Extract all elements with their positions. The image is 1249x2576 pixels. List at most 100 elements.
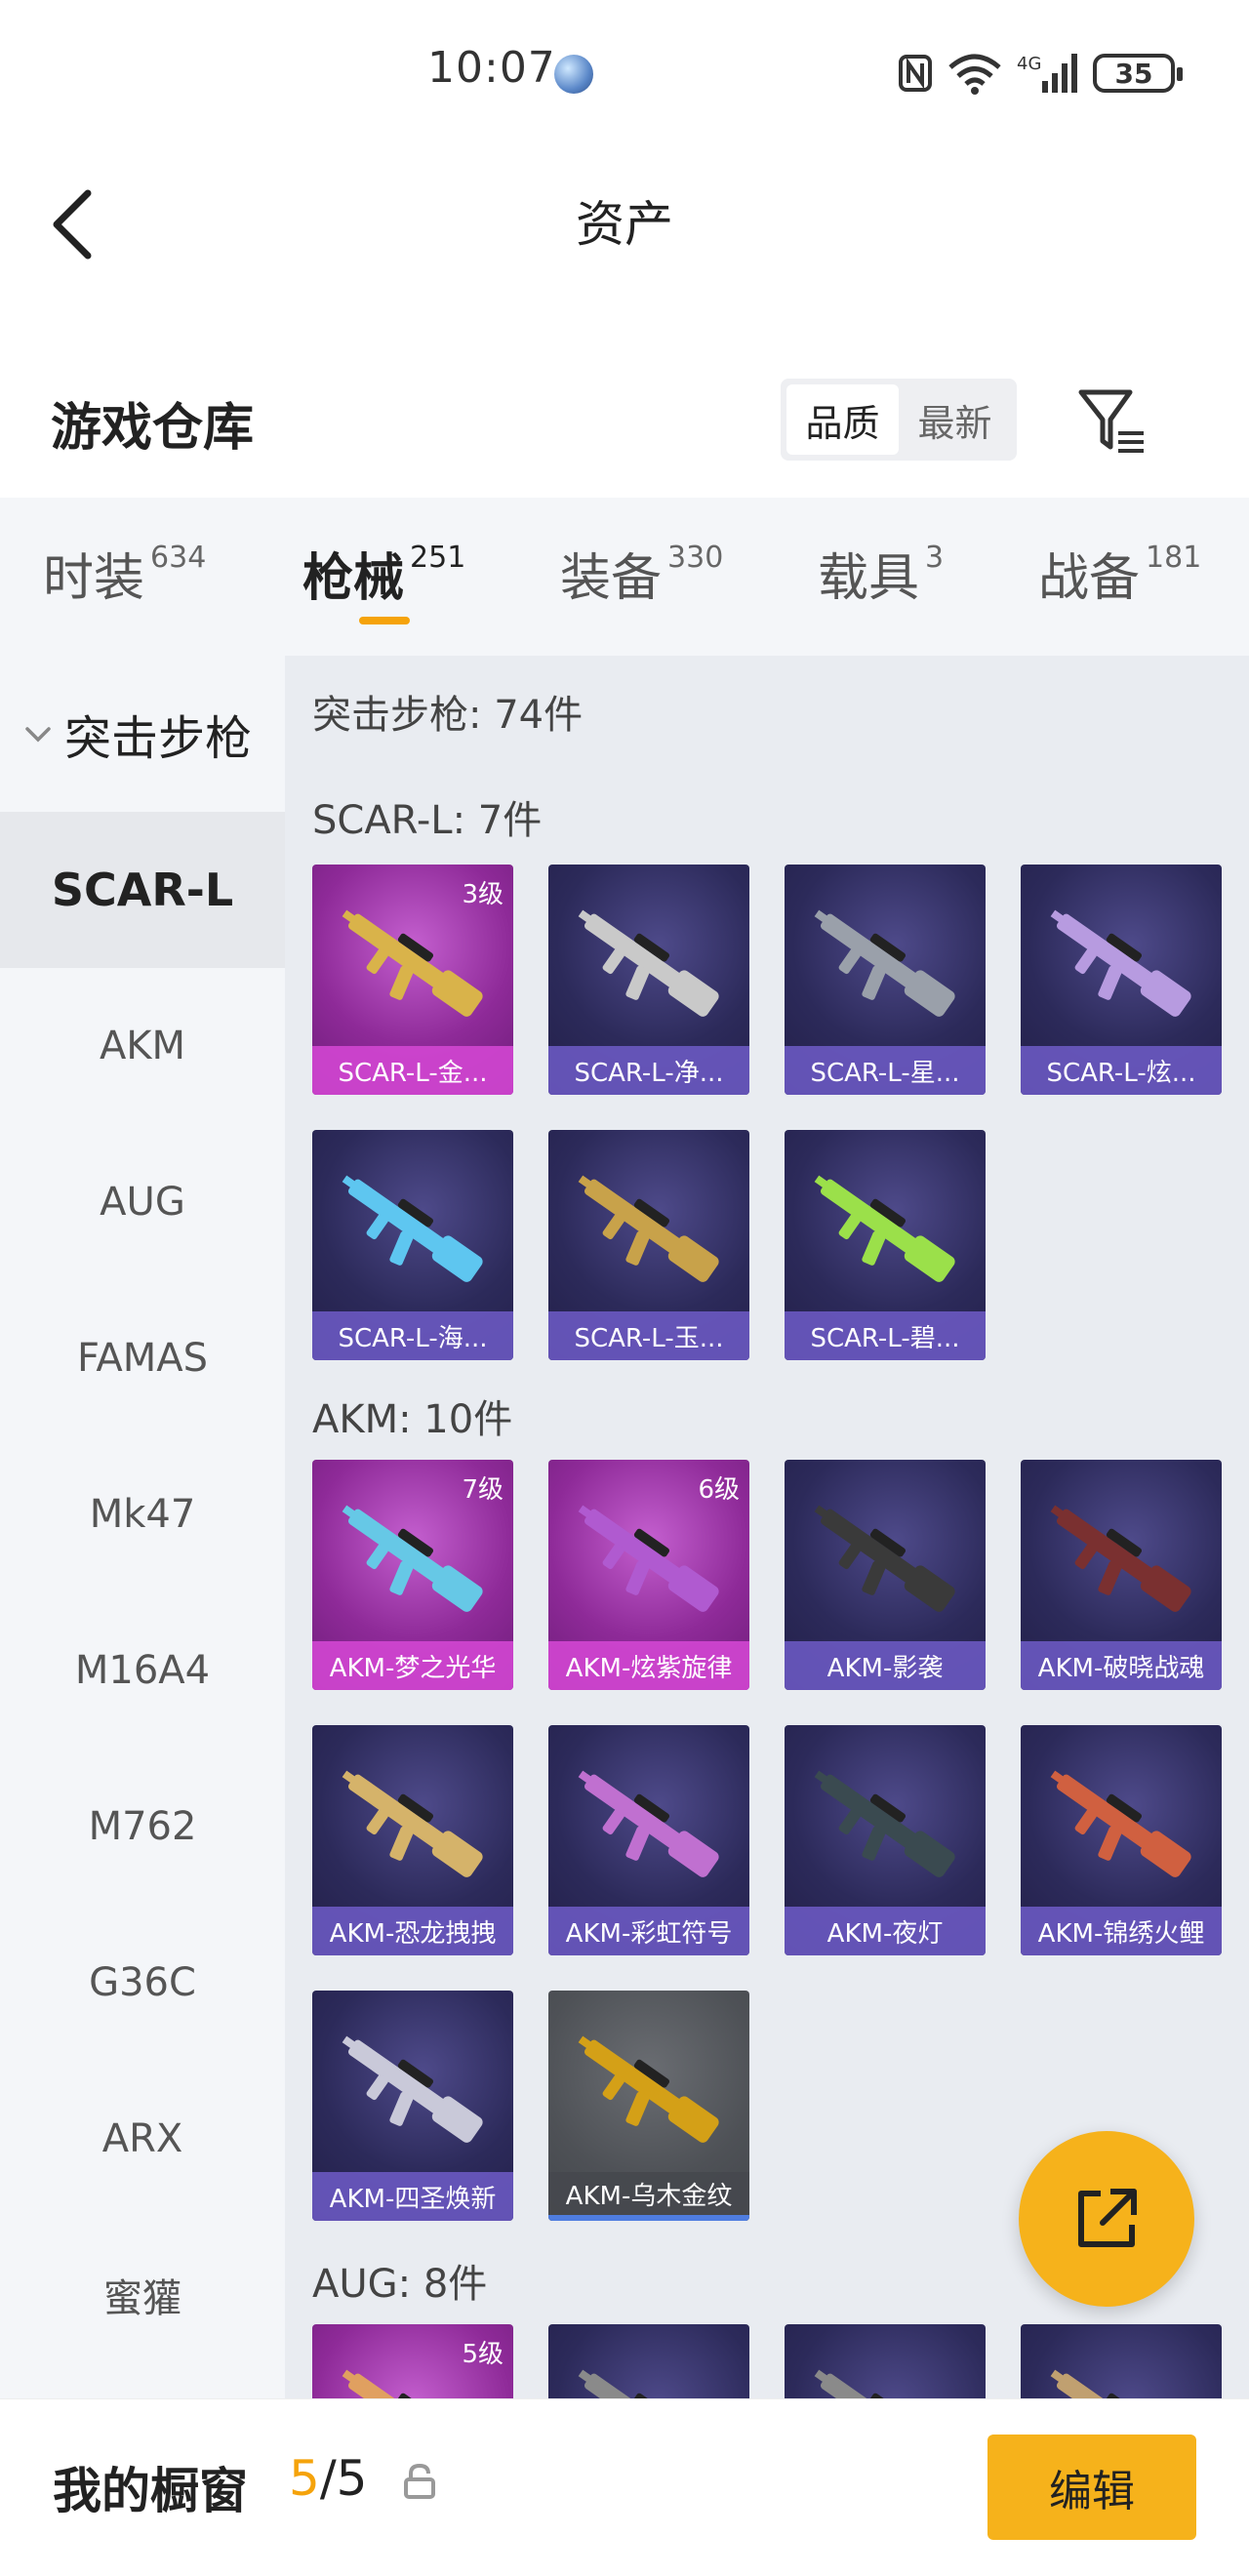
sort-quality-button[interactable]: 品质 bbox=[786, 384, 899, 455]
rifle-icon bbox=[578, 2035, 719, 2143]
sidebar-group-assault-rifles[interactable]: 突击步枪 bbox=[0, 656, 285, 812]
rifle-icon bbox=[342, 1505, 483, 1612]
weapon-card[interactable]: SCAR-L-海... bbox=[312, 1130, 513, 1360]
sidebar-item-mk47[interactable]: Mk47 bbox=[0, 1436, 285, 1592]
rifle-icon bbox=[578, 1505, 719, 1612]
sort-newest-button[interactable]: 最新 bbox=[899, 384, 1011, 455]
share-button[interactable] bbox=[1019, 2131, 1194, 2307]
showcase-total: /5 bbox=[319, 2450, 368, 2507]
weapon-level-badge: 5级 bbox=[462, 2340, 504, 2369]
tab-count: 251 bbox=[410, 541, 466, 575]
weapon-card[interactable]: AKM-乌木金纹 bbox=[548, 1991, 749, 2221]
category-tabs: 时装 634 枪械 251 装备 330 载具 3 战备 181 bbox=[0, 498, 1249, 656]
sidebar-item-scar-l[interactable]: SCAR-L bbox=[0, 812, 285, 968]
weapon-card[interactable]: AKM-恐龙拽拽 bbox=[312, 1725, 513, 1955]
tab-label: 装备 bbox=[560, 549, 663, 608]
share-icon bbox=[1078, 2189, 1137, 2247]
sidebar-item-g36c[interactable]: G36C bbox=[0, 1905, 285, 2061]
weapon-card[interactable]: AKM-锦绣火鲤 bbox=[1021, 1725, 1222, 1955]
rifle-icon bbox=[342, 1770, 483, 1877]
wifi-icon bbox=[948, 54, 1001, 95]
category-title: 突击步枪: 74件 bbox=[312, 693, 584, 738]
weapon-name: AKM-影袭 bbox=[785, 1641, 986, 1690]
sidebar-item-akm[interactable]: AKM bbox=[0, 968, 285, 1124]
filter-icon[interactable] bbox=[1073, 382, 1151, 461]
weapon-name: AKM-梦之光华 bbox=[312, 1641, 513, 1690]
weapon-level-badge: 3级 bbox=[462, 880, 504, 909]
tab-firearms[interactable]: 枪械 251 bbox=[302, 537, 465, 610]
warehouse-title: 游戏仓库 bbox=[51, 399, 255, 458]
weapon-card[interactable]: AKM-彩虹符号 bbox=[548, 1725, 749, 1955]
rifle-icon bbox=[578, 2369, 712, 2400]
weapon-name: SCAR-L-海... bbox=[312, 1311, 513, 1360]
section-title-aug: AUG: 8件 bbox=[312, 2262, 488, 2307]
sidebar-item-honey-badger[interactable]: 蜜獾 bbox=[0, 2217, 285, 2373]
tab-label: 时装 bbox=[43, 549, 145, 608]
rifle-icon bbox=[814, 1175, 955, 1282]
weapon-card[interactable]: AKM-夜灯 bbox=[785, 1725, 986, 1955]
weapon-card[interactable] bbox=[1021, 2324, 1222, 2400]
warehouse-header: 游戏仓库 品质 最新 bbox=[0, 351, 1249, 498]
edit-button[interactable]: 编辑 bbox=[987, 2435, 1196, 2540]
weapon-name: AKM-彩虹符号 bbox=[548, 1907, 749, 1955]
weapon-card[interactable]: AKM-四圣焕新 bbox=[312, 1991, 513, 2221]
tab-count: 3 bbox=[925, 541, 945, 575]
rifle-icon bbox=[578, 1175, 719, 1282]
weapon-name: AKM-夜灯 bbox=[785, 1907, 986, 1955]
rifle-icon bbox=[814, 1505, 955, 1612]
sidebar-item-arx[interactable]: ARX bbox=[0, 2061, 285, 2217]
tab-count: 181 bbox=[1146, 541, 1202, 575]
weapon-name: SCAR-L-碧... bbox=[785, 1311, 986, 1360]
tab-fashion[interactable]: 时装 634 bbox=[43, 537, 206, 610]
weapon-card[interactable]: AKM-影袭 bbox=[785, 1460, 986, 1690]
tab-count: 330 bbox=[667, 541, 724, 575]
weapon-card[interactable] bbox=[785, 2324, 986, 2400]
rifle-icon bbox=[342, 2035, 483, 2143]
rifle-icon bbox=[814, 1770, 955, 1877]
rifle-icon bbox=[1050, 1770, 1191, 1877]
weapon-name: AKM-乌木金纹 bbox=[548, 2172, 749, 2221]
nfc-icon bbox=[899, 55, 932, 92]
tab-gear[interactable]: 战备 181 bbox=[1038, 537, 1201, 610]
rifle-icon bbox=[814, 909, 955, 1017]
weapon-name: SCAR-L-金... bbox=[312, 1046, 513, 1095]
weapon-name: SCAR-L-炫... bbox=[1021, 1046, 1222, 1095]
weapon-card[interactable]: SCAR-L-炫... bbox=[1021, 865, 1222, 1095]
tab-label: 战备 bbox=[1038, 549, 1141, 608]
app-header: 资产 bbox=[0, 146, 1249, 293]
page-title: 资产 bbox=[576, 196, 673, 253]
weapon-name: AKM-锦绣火鲤 bbox=[1021, 1907, 1222, 1955]
rifle-icon bbox=[1050, 1505, 1191, 1612]
weapon-card[interactable]: SCAR-L-星... bbox=[785, 865, 986, 1095]
lock-icon bbox=[404, 2463, 435, 2499]
sidebar-item-m16a4[interactable]: M16A4 bbox=[0, 1592, 285, 1749]
rifle-icon bbox=[342, 909, 483, 1017]
weapon-card[interactable]: SCAR-L-玉... bbox=[548, 1130, 749, 1360]
section-title-akm: AKM: 10件 bbox=[312, 1397, 513, 1442]
rifle-icon bbox=[814, 2369, 948, 2400]
showcase-current: 5 bbox=[289, 2450, 320, 2507]
sidebar-item-aug[interactable]: AUG bbox=[0, 1124, 285, 1280]
tab-count: 634 bbox=[150, 541, 207, 575]
assistant-orb-icon bbox=[554, 55, 593, 94]
weapon-card[interactable]: 6级 AKM-炫紫旋律 bbox=[548, 1460, 749, 1690]
sidebar-item-m762[interactable]: M762 bbox=[0, 1749, 285, 1905]
weapon-card[interactable]: AKM-破晓战魂 bbox=[1021, 1460, 1222, 1690]
showcase-title: 我的橱窗 bbox=[53, 2463, 248, 2519]
weapon-card[interactable]: SCAR-L-净... bbox=[548, 865, 749, 1095]
showcase-count: 5/5 bbox=[289, 2450, 367, 2507]
weapon-card[interactable]: 7级 AKM-梦之光华 bbox=[312, 1460, 513, 1690]
weapon-level-badge: 7级 bbox=[462, 1475, 504, 1505]
weapon-card[interactable]: 5级 bbox=[312, 2324, 513, 2400]
tab-vehicles[interactable]: 载具 3 bbox=[818, 537, 944, 610]
sidebar-item-famas[interactable]: FAMAS bbox=[0, 1280, 285, 1436]
weapon-name: AKM-四圣焕新 bbox=[312, 2172, 513, 2221]
weapon-name: AKM-破晓战魂 bbox=[1021, 1641, 1222, 1690]
weapon-card[interactable]: SCAR-L-碧... bbox=[785, 1130, 986, 1360]
sidebar-group-label: 突击步枪 bbox=[64, 711, 253, 766]
weapon-card[interactable] bbox=[548, 2324, 749, 2400]
weapon-card[interactable]: 3级 SCAR-L-金... bbox=[312, 865, 513, 1095]
tab-equipment[interactable]: 装备 330 bbox=[560, 537, 723, 610]
rifle-icon bbox=[1050, 909, 1191, 1017]
section-title-scar-l: SCAR-L: 7件 bbox=[312, 798, 543, 843]
